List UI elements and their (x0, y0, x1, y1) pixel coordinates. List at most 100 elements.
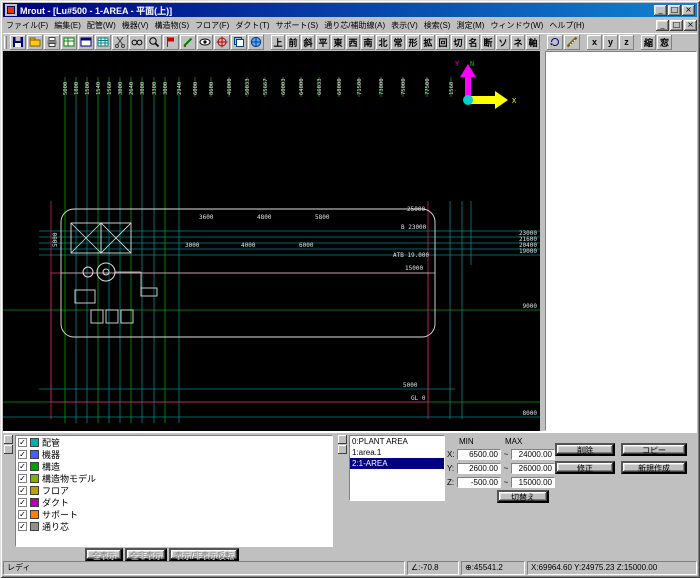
min-field[interactable]: 2600.00 (457, 462, 501, 474)
menu-item[interactable]: 測定(M) (453, 19, 487, 32)
modify-area-button[interactable]: 修正 (555, 461, 615, 474)
view-button[interactable]: ソ (496, 34, 510, 50)
view-button[interactable]: 回 (436, 34, 450, 50)
view-button[interactable]: 北 (376, 34, 390, 50)
menu-item[interactable]: ダクト(T) (232, 19, 272, 32)
open-icon[interactable] (27, 34, 43, 50)
area-panel-close-button[interactable] (338, 445, 347, 454)
rotate-icon[interactable] (547, 34, 563, 50)
zoom-button[interactable]: 縮 (641, 34, 656, 50)
view-button[interactable]: ネ (511, 34, 525, 50)
min-field[interactable]: -500.00 (457, 476, 501, 488)
pen-icon[interactable] (180, 34, 196, 50)
layer-visibility-button[interactable]: 全表示 (85, 548, 123, 561)
grid-icon[interactable] (95, 34, 111, 50)
close-button[interactable]: × (682, 4, 695, 16)
svg-text:19000: 19000 (519, 248, 537, 255)
layer-checkbox[interactable]: ✓ (18, 485, 27, 495)
max-field[interactable]: 26000.00 (511, 462, 555, 474)
view-button[interactable]: 西 (346, 34, 360, 50)
create-area-button[interactable]: 新規作成 (621, 461, 687, 474)
menu-item[interactable]: ファイル(F) (3, 19, 51, 32)
view-button[interactable]: 東 (331, 34, 345, 50)
layer-checkbox[interactable]: ✓ (18, 461, 27, 471)
mdi-close-button[interactable]: × (684, 19, 697, 31)
target-icon[interactable] (214, 34, 230, 50)
flag-icon[interactable] (163, 34, 179, 50)
view-button[interactable]: 切 (451, 34, 465, 50)
view-button[interactable]: 前 (286, 34, 300, 50)
measure-icon[interactable] (564, 34, 580, 50)
view-button[interactable]: 形 (406, 34, 420, 50)
view-button[interactable]: 名 (466, 34, 480, 50)
layers-panel-collapse-button[interactable] (4, 435, 13, 444)
layer-listbox[interactable]: ✓ 配管 ✓ 機器 ✓ 構造 ✓ 構造物モデル ✓ フロア ✓ ダクト ✓ サポート ✓ 通り芯 (15, 435, 333, 547)
area-list-item[interactable]: 2:1-AREA (350, 458, 444, 469)
save-icon[interactable] (10, 34, 26, 50)
zoom-icon[interactable] (146, 34, 162, 50)
menu-item[interactable]: フロア(F) (192, 19, 232, 32)
layer-checkbox[interactable]: ✓ (18, 497, 27, 507)
menu-item[interactable]: 編集(E) (51, 19, 84, 32)
world-icon[interactable] (248, 34, 264, 50)
view-button[interactable]: 斜 (301, 34, 315, 50)
cad-viewport[interactable]: 5000 1800 1500 1540 1560 3000 2640 3000 3300 3000… (3, 51, 540, 431)
layer-checkbox[interactable]: ✓ (18, 521, 27, 531)
tree-panel[interactable] (545, 51, 697, 431)
layer-visibility-button[interactable]: 表示/非表示反転 (169, 548, 239, 561)
menu-item[interactable]: 表示(V) (388, 19, 421, 32)
delete-area-button[interactable]: 削除 (555, 443, 615, 456)
maximize-button[interactable]: □ (668, 4, 681, 16)
view-button[interactable]: 常 (391, 34, 405, 50)
area-list-item[interactable]: 1:area.1 (350, 447, 444, 458)
view-button[interactable]: 断 (481, 34, 495, 50)
view-button[interactable]: 上 (271, 34, 285, 50)
table-icon[interactable] (61, 34, 77, 50)
axis-y-button[interactable]: y (603, 34, 618, 50)
area-listbox[interactable]: 0:PLANT AREA 1:area.1 2:1-AREA (349, 435, 445, 501)
zoom-button[interactable]: 窓 (657, 34, 672, 50)
layer-checkbox[interactable]: ✓ (18, 509, 27, 519)
menu-item[interactable]: サポート(S) (273, 19, 322, 32)
menu-item[interactable]: 配管(W) (84, 19, 119, 32)
menu-item[interactable]: 検索(S) (421, 19, 454, 32)
layer-checkbox[interactable]: ✓ (18, 437, 27, 447)
area-panel-collapse-button[interactable] (338, 435, 347, 444)
view-button[interactable]: 拡 (421, 34, 435, 50)
layers-panel-close-button[interactable] (4, 445, 13, 454)
axis-x-button[interactable]: x (587, 34, 602, 50)
print-icon[interactable] (44, 34, 60, 50)
app-icon[interactable] (5, 4, 17, 16)
equipment-icon (30, 449, 39, 459)
min-field[interactable]: 6500.00 (457, 448, 501, 460)
menu-item[interactable]: ヘルプ(H) (546, 19, 587, 32)
max-field[interactable]: 24000.00 (511, 448, 555, 460)
axis-z-button[interactable]: z (619, 34, 634, 50)
mdi-minimize-button[interactable]: _ (656, 19, 669, 31)
cut-icon[interactable] (112, 34, 128, 50)
view-button[interactable]: 平 (316, 34, 330, 50)
mdi-restore-button[interactable]: □ (670, 19, 683, 31)
svg-text:6000: 6000 (299, 242, 314, 249)
svg-text:4000: 4000 (241, 242, 256, 249)
toolbar-grip[interactable] (4, 35, 7, 49)
area-list-item[interactable]: 0:PLANT AREA (350, 436, 444, 447)
view-button[interactable]: 南 (361, 34, 375, 50)
menu-item[interactable]: 通り芯/補助線(A) (321, 19, 388, 32)
view-button[interactable]: 軸 (526, 34, 540, 50)
switch-area-button[interactable]: 切替え (497, 490, 549, 503)
glasses-icon[interactable] (129, 34, 145, 50)
layer-visibility-button[interactable]: 全非表示 (125, 548, 167, 561)
menu-item[interactable]: ウィンドウ(W) (487, 19, 546, 32)
layers-icon[interactable] (231, 34, 247, 50)
cad-drawing[interactable]: 5000 1800 1500 1540 1560 3000 2640 3000 3300 3000… (3, 51, 540, 431)
menu-item[interactable]: 機器(V) (119, 19, 152, 32)
layer-checkbox[interactable]: ✓ (18, 449, 27, 459)
max-field[interactable]: 15000.00 (511, 476, 555, 488)
eye-icon[interactable] (197, 34, 213, 50)
minimize-button[interactable]: _ (654, 4, 667, 16)
window-icon[interactable] (78, 34, 94, 50)
menu-item[interactable]: 構造物(S) (151, 19, 192, 32)
layer-checkbox[interactable]: ✓ (18, 473, 27, 483)
copy-area-button[interactable]: コピー (621, 443, 687, 456)
